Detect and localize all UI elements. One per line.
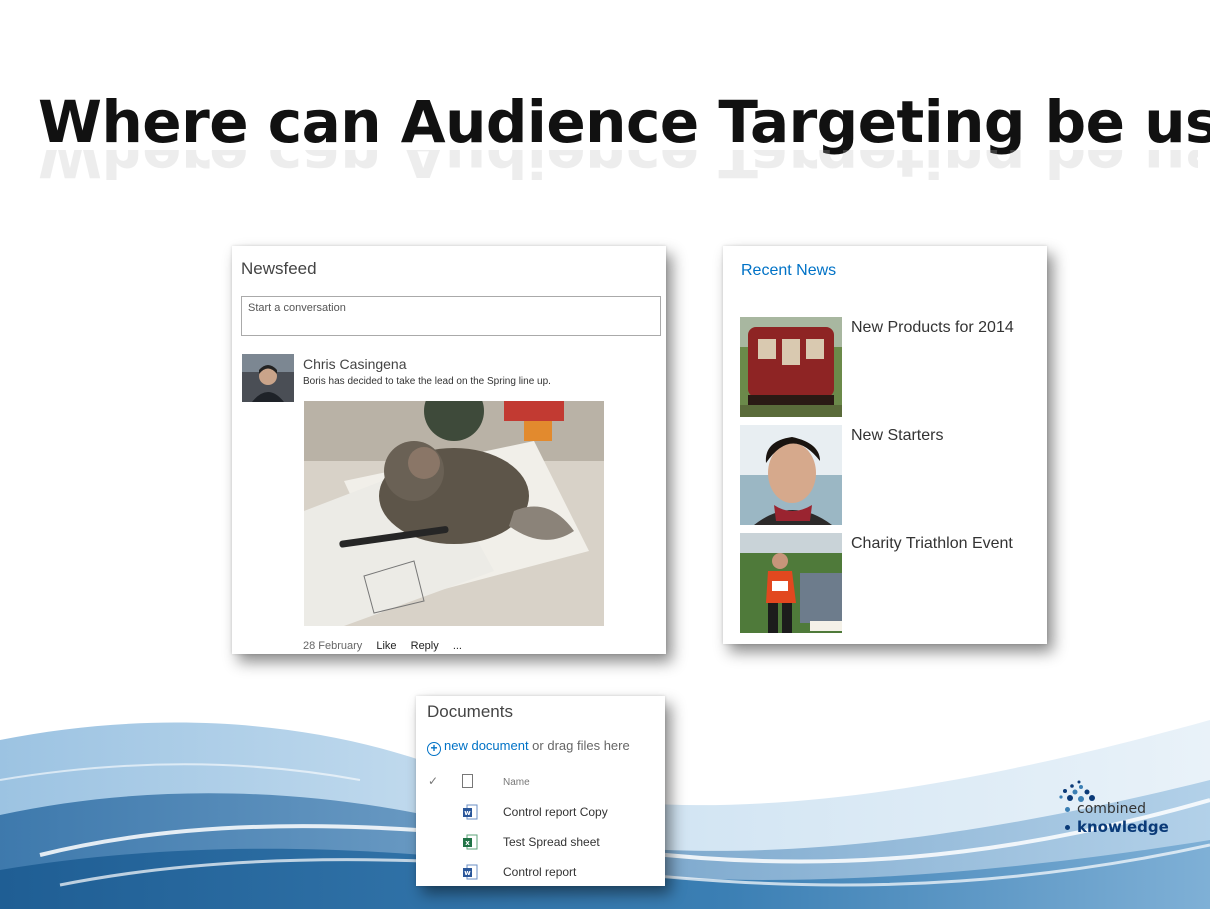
red-train-image[interactable] [740, 317, 842, 417]
logo-bullet-icon [1065, 807, 1070, 812]
conversation-input[interactable]: Start a conversation [241, 296, 661, 336]
person-portrait-image[interactable] [740, 425, 842, 525]
svg-text:w: w [464, 809, 471, 817]
news-title[interactable]: Charity Triathlon Event [851, 535, 1013, 553]
documents-heading[interactable]: Documents [427, 702, 513, 722]
document-name[interactable]: Control report Copy [503, 805, 608, 819]
post-text: Boris has decided to take the lead on th… [303, 376, 551, 387]
newsfeed-card: Newsfeed Start a conversation Chris Casi… [232, 246, 666, 654]
slide: Where can Audience Targeting be used? Wh… [0, 0, 1210, 909]
word-icon: w [463, 864, 478, 880]
plus-circle-icon[interactable]: + [427, 742, 441, 756]
runner-image[interactable] [740, 533, 842, 633]
news-item[interactable]: New Products for 2014 [740, 317, 1040, 417]
like-link[interactable]: Like [376, 640, 396, 652]
news-title[interactable]: New Starters [851, 427, 943, 445]
recent-news-heading[interactable]: Recent News [741, 262, 836, 280]
news-title[interactable]: New Products for 2014 [851, 319, 1014, 337]
logo-text-line2: knowledge [1077, 818, 1169, 836]
company-logo: combined knowledge [1057, 778, 1187, 842]
news-item[interactable]: New Starters [740, 425, 1040, 525]
more-link[interactable]: ... [453, 640, 462, 652]
avatar[interactable] [242, 354, 294, 402]
recent-news-card: Recent News New Products for 2014 New St… [723, 246, 1047, 644]
post-image[interactable] [304, 401, 604, 626]
new-document-row: + new document or drag files here [427, 738, 630, 756]
new-document-link[interactable]: new document [444, 738, 529, 753]
news-item[interactable]: Charity Triathlon Event [740, 533, 1040, 633]
svg-text:x: x [465, 839, 470, 847]
document-name[interactable]: Test Spread sheet [503, 835, 600, 849]
svg-text:w: w [464, 869, 471, 877]
post-date: 28 February [303, 640, 363, 652]
document-row[interactable]: x Test Spread sheet [428, 834, 658, 854]
drag-files-hint: or drag files here [528, 738, 630, 753]
word-icon: w [463, 804, 478, 820]
document-row[interactable]: w Control report Copy [428, 804, 658, 824]
checkmark-icon[interactable]: ✓ [428, 774, 438, 788]
slide-title-reflection: Where can Audience Targeting be used? [38, 150, 1198, 190]
logo-bullet-icon [1065, 825, 1070, 830]
documents-card: Documents + new document or drag files he… [416, 696, 665, 886]
document-row[interactable]: w Control report [428, 864, 658, 884]
post-footer: 28 February Like Reply ... [303, 640, 473, 652]
reply-link[interactable]: Reply [411, 640, 439, 652]
slide-title: Where can Audience Targeting be used? [38, 88, 1210, 156]
name-column-header[interactable]: Name [503, 777, 530, 788]
excel-icon: x [463, 834, 478, 850]
file-type-icon [462, 774, 473, 788]
documents-column-header: ✓ Name [428, 774, 658, 792]
document-name[interactable]: Control report [503, 865, 576, 879]
avatar-photo [242, 354, 294, 402]
newsfeed-heading: Newsfeed [241, 259, 317, 278]
logo-text-line1: combined [1077, 801, 1147, 817]
post-author[interactable]: Chris Casingena [303, 356, 407, 372]
